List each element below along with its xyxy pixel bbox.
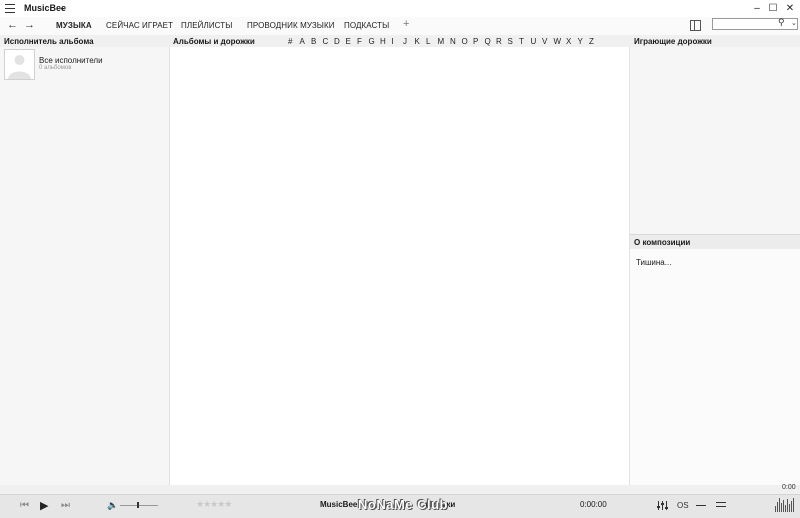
tab-now-playing[interactable]: СЕЙЧАС ИГРАЕТ xyxy=(106,21,173,30)
alphabet-letter-v[interactable]: V xyxy=(542,37,547,46)
tab-podcasts[interactable]: ПОДКАСТЫ xyxy=(344,21,389,30)
albums-tracks-panel[interactable] xyxy=(170,47,630,485)
volume-slider-handle[interactable] xyxy=(137,502,139,508)
track-time: 0:00:00 xyxy=(580,500,607,509)
tab-music[interactable]: МУЗЫКА xyxy=(56,21,92,30)
albums-tracks-header: Альбомы и дорожки xyxy=(173,37,255,46)
tab-music-explorer[interactable]: ПРОВОДНИК МУЗЫКИ xyxy=(247,21,335,30)
alphabet-letter-w[interactable]: W xyxy=(554,37,562,46)
alphabet-letter-c[interactable]: C xyxy=(323,37,329,46)
alphabet-letter-z[interactable]: Z xyxy=(589,37,594,46)
maximize-button[interactable]: ☐ xyxy=(766,2,780,15)
app-menu-chevron-down-icon[interactable]: ⌄ xyxy=(59,3,66,12)
equalizer-icon[interactable] xyxy=(657,501,668,510)
title-bar xyxy=(0,0,800,18)
alphabet-letter-p[interactable]: P xyxy=(473,37,478,46)
add-tab-button[interactable]: + xyxy=(403,18,410,30)
alphabet-letter-b[interactable]: B xyxy=(311,37,316,46)
previous-track-icon[interactable]: ⏮ xyxy=(20,500,29,511)
alphabet-letter-hash[interactable]: # xyxy=(288,37,292,46)
alphabet-letter-o[interactable]: O xyxy=(462,37,468,46)
search-icon[interactable]: ⚲ xyxy=(778,17,785,28)
visualizer-bar xyxy=(781,503,782,512)
alphabet-letter-h[interactable]: H xyxy=(380,37,386,46)
alphabet-letter-m[interactable]: M xyxy=(438,37,445,46)
about-track-text: Тишина... xyxy=(636,258,672,267)
output-switch-button[interactable]: OS xyxy=(677,501,689,510)
visualizer-bar xyxy=(785,505,786,512)
close-button[interactable]: ✕ xyxy=(783,2,797,15)
visualizer-bar xyxy=(789,504,790,512)
search-input[interactable] xyxy=(712,18,798,30)
about-track-panel xyxy=(630,249,800,485)
visualizer-bar xyxy=(779,498,780,512)
back-arrow-icon[interactable]: ← xyxy=(7,19,18,31)
visualizer-icon[interactable] xyxy=(775,498,795,512)
minimize-button[interactable]: – xyxy=(750,2,764,15)
visualizer-bar xyxy=(793,498,794,512)
artist-list-panel[interactable] xyxy=(0,47,170,485)
alphabet-letter-k[interactable]: K xyxy=(415,37,420,46)
all-artists-label[interactable]: Все исполнители xyxy=(39,56,103,65)
tab-playlists[interactable]: ПЛЕЙЛИСТЫ xyxy=(181,21,232,30)
forward-arrow-icon[interactable]: → xyxy=(24,19,35,31)
album-count: 0 альбомов xyxy=(39,65,72,71)
about-track-header: О композиции xyxy=(634,238,691,247)
search-chevron-down-icon[interactable]: ⌄ xyxy=(791,19,797,27)
volume-icon[interactable]: 🔈 xyxy=(107,500,118,511)
visualizer-bar xyxy=(775,506,776,512)
alphabet-letter-i[interactable]: I xyxy=(392,37,394,46)
visualizer-bar xyxy=(791,501,792,512)
visualizer-bar xyxy=(783,500,784,512)
queue-list-icon[interactable] xyxy=(716,502,726,508)
alphabet-letter-y[interactable]: Y xyxy=(578,37,583,46)
rating-stars[interactable]: ★★★★★ xyxy=(196,499,232,510)
alphabet-letter-j[interactable]: J xyxy=(403,37,407,46)
album-artist-header: Исполнитель альбома xyxy=(4,37,94,46)
layout-panel-icon[interactable] xyxy=(690,20,701,31)
alphabet-letter-u[interactable]: U xyxy=(531,37,537,46)
artist-avatar[interactable] xyxy=(4,49,35,80)
alphabet-letter-s[interactable]: S xyxy=(508,37,513,46)
person-placeholder-icon xyxy=(8,55,31,79)
mini-player-icon[interactable] xyxy=(696,505,706,506)
next-track-icon[interactable]: ⏭ xyxy=(61,500,70,511)
alphabet-letter-r[interactable]: R xyxy=(496,37,502,46)
alphabet-letter-e[interactable]: E xyxy=(346,37,351,46)
alphabet-letter-x[interactable]: X xyxy=(566,37,571,46)
alphabet-letter-n[interactable]: N xyxy=(450,37,456,46)
alphabet-letter-t[interactable]: T xyxy=(519,37,524,46)
alphabet-letter-a[interactable]: A xyxy=(300,37,305,46)
visualizer-bar xyxy=(787,499,788,512)
volume-slider[interactable] xyxy=(120,505,158,506)
alphabet-letter-g[interactable]: G xyxy=(369,37,375,46)
hamburger-menu-icon[interactable] xyxy=(5,4,15,13)
playing-tracks-header: Играющие дорожки xyxy=(634,37,712,46)
alphabet-letter-d[interactable]: D xyxy=(334,37,340,46)
status-elapsed-time: 0:00 xyxy=(782,484,796,491)
alphabet-letter-l[interactable]: L xyxy=(426,37,430,46)
visualizer-bar xyxy=(777,502,778,512)
playing-tracks-panel[interactable] xyxy=(630,47,800,234)
now-playing-app: MusicBee xyxy=(320,500,358,509)
alphabet-letter-q[interactable]: Q xyxy=(485,37,491,46)
watermark: NoNaMe Club xyxy=(358,497,448,512)
play-icon[interactable]: ▶ xyxy=(40,499,48,512)
alphabet-letter-f[interactable]: F xyxy=(357,37,362,46)
